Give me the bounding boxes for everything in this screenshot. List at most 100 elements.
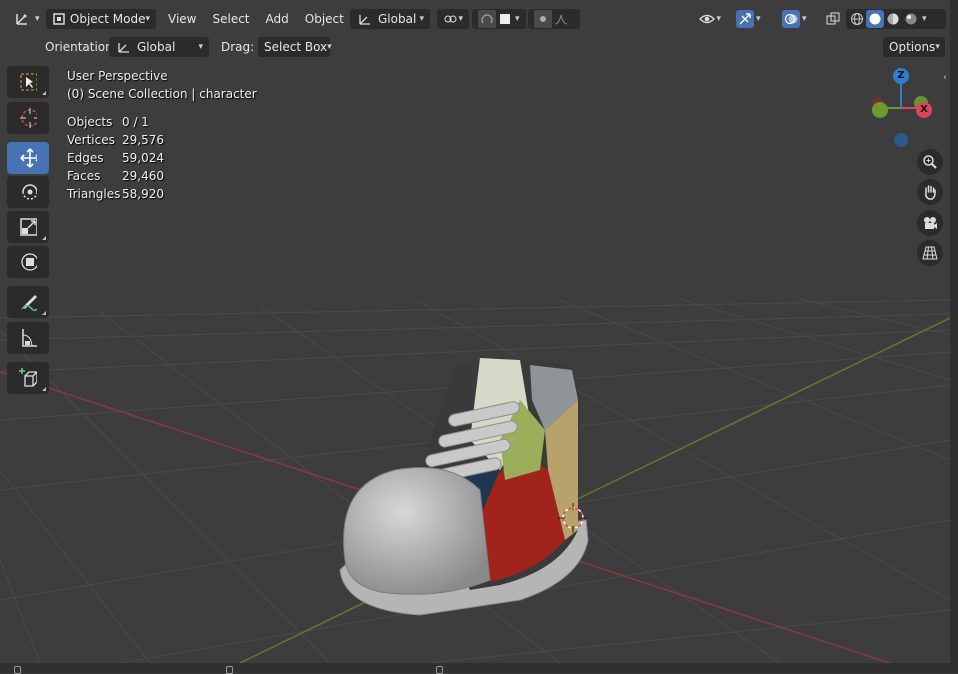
falloff-curve-icon — [552, 10, 570, 28]
move-tool[interactable] — [7, 142, 49, 174]
cursor-tool[interactable] — [7, 102, 49, 134]
overlays-toggle[interactable]: ▾ — [776, 9, 816, 29]
chevron-down-icon[interactable]: ▾ — [922, 14, 927, 24]
hand-pan-icon — [921, 183, 939, 201]
chevron-down-icon: ▾ — [327, 42, 332, 52]
chevron-down-icon: ▾ — [935, 42, 940, 52]
gizmo-toggle[interactable]: ▾ — [730, 9, 772, 29]
chevron-down-icon: ▾ — [802, 14, 807, 24]
orientation-setting-label: Orientation: — [45, 40, 117, 54]
overlays-icon — [782, 10, 800, 28]
annotate-tool[interactable] — [7, 286, 49, 318]
mode-dropdown[interactable]: Object Mode ▾ — [46, 9, 156, 29]
measure-tool[interactable] — [7, 322, 49, 354]
tool-options-corner — [42, 91, 46, 95]
3d-viewport[interactable]: Z X ▾ Object Mode ▾ View Select Add Obje… — [0, 0, 950, 663]
object-mode-icon — [52, 10, 67, 28]
y-axis-line — [239, 317, 950, 663]
tool-options-corner — [42, 311, 46, 315]
orientation-axis-icon — [115, 38, 133, 56]
scene-statistics: Objects 0 / 1 Vertices 29,576 Edges 59,024 … — [67, 113, 257, 203]
tool-options-corner — [42, 236, 46, 240]
zoom-button[interactable] — [917, 149, 943, 175]
shading-modes: ▾ — [846, 9, 946, 29]
drag-setting-dropdown[interactable]: Select Box ▾ — [258, 37, 332, 57]
pivot-point-dropdown[interactable]: ▾ — [437, 9, 469, 29]
chevron-down-icon: ▾ — [419, 14, 424, 24]
area-divider[interactable] — [950, 0, 958, 673]
camera-view-button[interactable] — [917, 210, 943, 236]
proportional-edit-toggle[interactable] — [528, 9, 580, 29]
viewport-header: ▾ Object Mode ▾ View Select Add Object G… — [0, 7, 950, 31]
orientation-setting-value: Global — [137, 40, 176, 54]
snap-toggle[interactable]: ▾ — [472, 9, 526, 29]
options-label: Options — [889, 40, 936, 54]
annotate-icon — [19, 293, 37, 311]
gizmo-z-neg — [894, 133, 908, 147]
chevron-down-icon: ▾ — [458, 14, 463, 24]
xray-toggle[interactable] — [820, 9, 842, 29]
viewport-info-overlay: User Perspective (0) Scene Collection | … — [67, 67, 257, 203]
snap-target-icon — [496, 10, 514, 28]
stat-value: 59,024 — [122, 151, 164, 165]
perspective-label: User Perspective — [67, 69, 168, 83]
axis-editor-icon — [14, 10, 30, 28]
material-shading-icon[interactable] — [884, 10, 902, 28]
move-icon — [19, 148, 37, 168]
stat-value: 29,460 — [122, 169, 164, 183]
perspective-toggle-button[interactable] — [917, 240, 943, 266]
chevron-down-icon: ▾ — [756, 14, 761, 24]
snap-icon — [478, 10, 496, 28]
wireframe-shading-icon[interactable] — [848, 10, 866, 28]
orientation-axis-icon — [356, 10, 374, 28]
camera-icon — [921, 214, 939, 232]
header-menus: View Select Add Object — [160, 12, 352, 26]
orientation-setting-dropdown[interactable]: Global ▾ — [109, 37, 209, 57]
chevron-down-icon: ▾ — [515, 14, 520, 24]
stat-row-objects: Objects 0 / 1 — [67, 113, 257, 131]
menu-object[interactable]: Object — [297, 12, 352, 26]
stat-row-faces: Faces 29,460 — [67, 167, 257, 185]
transform-icon — [19, 253, 37, 271]
solid-shading-icon[interactable] — [866, 10, 884, 28]
menu-select[interactable]: Select — [204, 12, 257, 26]
stat-value: 58,920 — [122, 187, 164, 201]
xray-icon — [826, 10, 840, 28]
stat-key: Faces — [67, 169, 101, 183]
rendered-shading-icon[interactable] — [902, 10, 920, 28]
pan-button[interactable] — [917, 179, 943, 205]
pivot-icon — [443, 10, 457, 28]
stat-key: Triangles — [67, 187, 121, 201]
stat-value: 0 / 1 — [122, 115, 149, 129]
proportional-edit-icon — [534, 10, 552, 28]
gizmo-x-axis[interactable]: X — [916, 102, 932, 118]
visibility-dropdown[interactable]: ▾ — [693, 9, 727, 29]
chevron-down-icon: ▾ — [35, 14, 40, 24]
collection-label: (0) Scene Collection | character — [67, 87, 257, 101]
gizmo-z-axis[interactable]: Z — [893, 68, 909, 84]
menu-view[interactable]: View — [160, 12, 204, 26]
stat-key: Vertices — [67, 133, 115, 147]
stat-row-triangles: Triangles 58,920 — [67, 185, 257, 203]
scale-tool[interactable] — [7, 211, 49, 243]
select-box-tool[interactable] — [7, 66, 49, 98]
menu-add[interactable]: Add — [258, 12, 297, 26]
chevron-down-icon: ▾ — [145, 14, 150, 24]
transform-tool[interactable] — [7, 246, 49, 278]
tool-options-corner — [42, 387, 46, 391]
transform-orientation-dropdown[interactable]: Global ▾ — [350, 9, 430, 29]
add-cube-icon — [19, 368, 37, 387]
gizmo-y-axis — [872, 102, 888, 118]
tool-settings-bar: Orientation: Global ▾ Drag: Select Box ▾… — [0, 35, 950, 59]
editor-type-button[interactable]: ▾ — [8, 9, 42, 29]
stat-key: Objects — [67, 115, 113, 129]
rotate-tool[interactable] — [7, 176, 49, 208]
grid-view-icon — [921, 244, 939, 262]
chevron-down-icon: ▾ — [716, 14, 721, 24]
sidebar-toggle-icon[interactable]: ‹ — [943, 72, 947, 83]
drag-setting-value: Select Box — [264, 40, 328, 54]
chevron-down-icon: ▾ — [198, 42, 203, 52]
options-dropdown[interactable]: Options ▾ — [883, 37, 945, 57]
stat-row-edges: Edges 59,024 — [67, 149, 257, 167]
add-cube-tool[interactable] — [7, 362, 49, 394]
